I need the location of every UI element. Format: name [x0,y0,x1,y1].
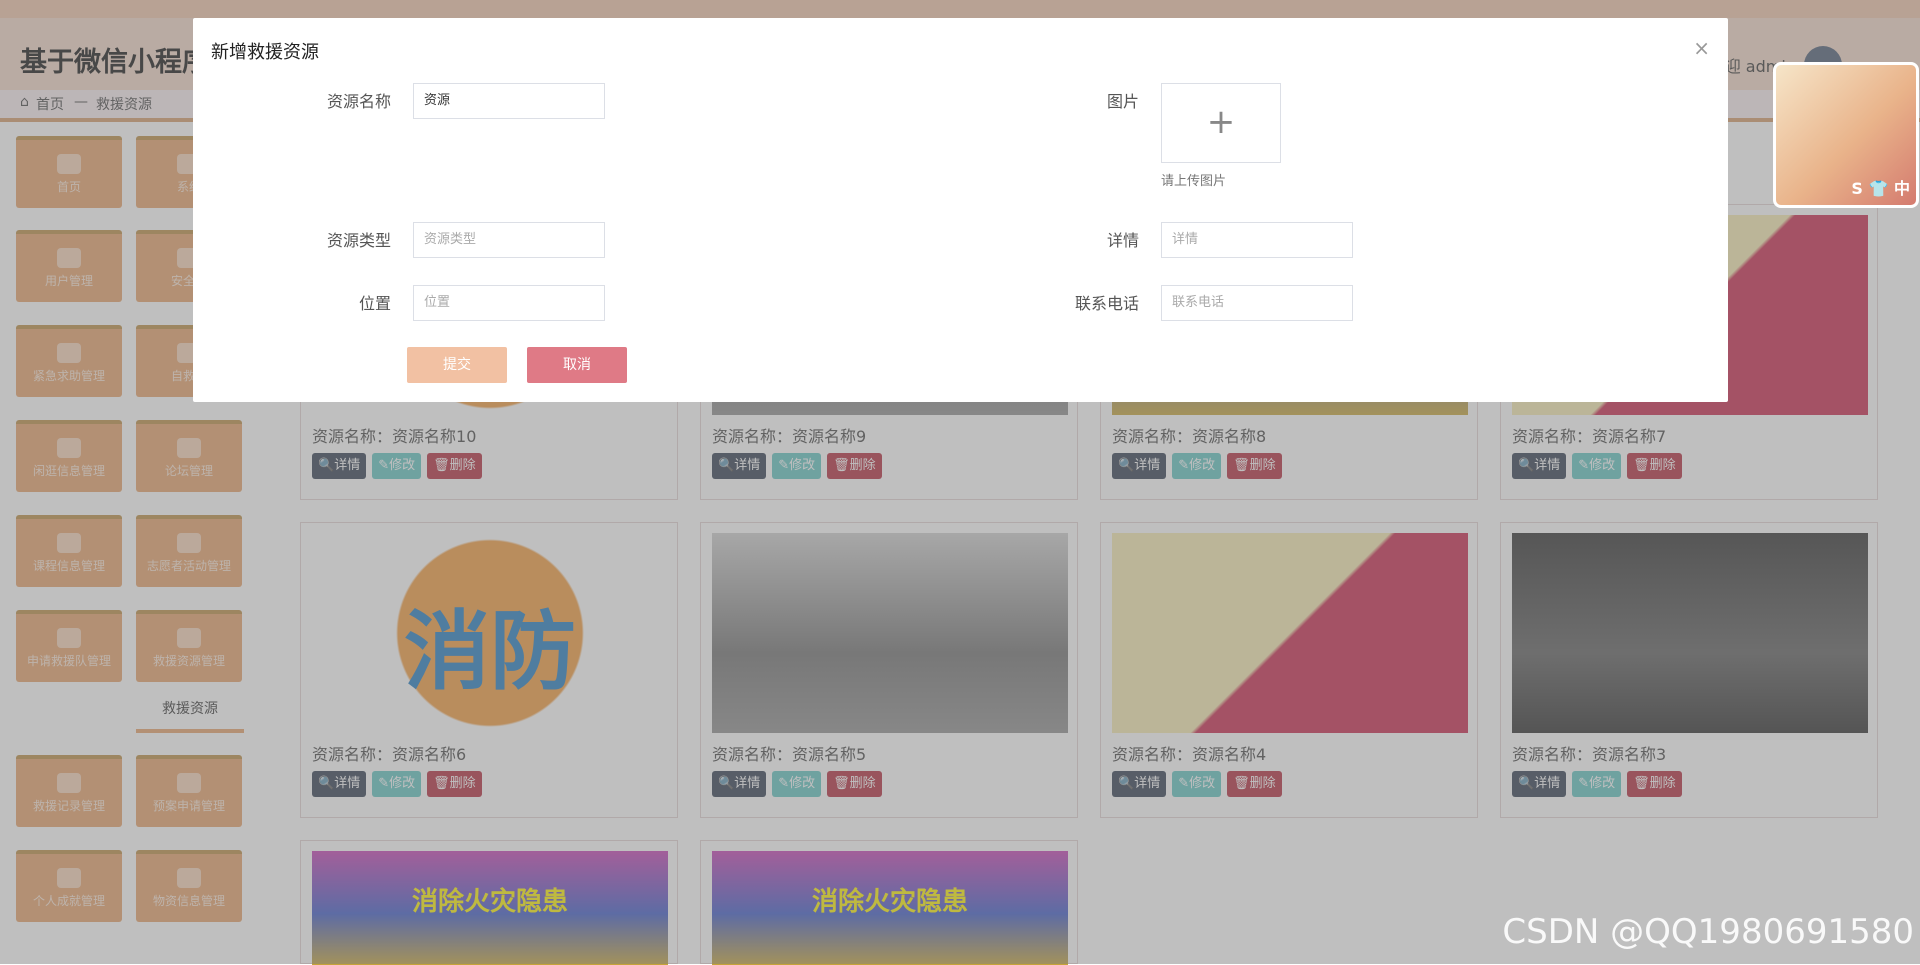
image-label: 图片 [1106,92,1139,111]
close-icon[interactable]: × [1693,36,1710,60]
phone-label: 联系电话 [1074,294,1139,313]
upload-plus-icon[interactable]: + [1161,83,1281,163]
upload-hint: 请上传图片 [1161,174,1227,189]
detail-label: 详情 [1106,231,1139,250]
dialog-title: 新增救援资源 [211,42,319,63]
name-input[interactable]: 资源 [413,83,605,119]
location-label: 位置 [358,294,391,313]
submit-button[interactable]: 提交 [407,347,507,383]
location-input[interactable]: 位置 [413,285,605,321]
widget-badge: S 👕 中 [1851,179,1910,198]
type-label: 资源类型 [326,231,391,250]
type-input[interactable]: 资源类型 [413,222,605,258]
cancel-button[interactable]: 取消 [527,347,627,383]
name-label: 资源名称 [326,92,391,111]
detail-input[interactable]: 详情 [1161,222,1353,258]
watermark: CSDN @QQ1980691580 [1502,912,1914,952]
add-resource-dialog: 新增救援资源 × 资源名称 资源 图片 + 请上传图片 资源类型 资源类型 详情… [193,18,1728,402]
floating-avatar-widget[interactable]: S 👕 中 [1773,62,1919,208]
phone-input[interactable]: 联系电话 [1161,285,1353,321]
